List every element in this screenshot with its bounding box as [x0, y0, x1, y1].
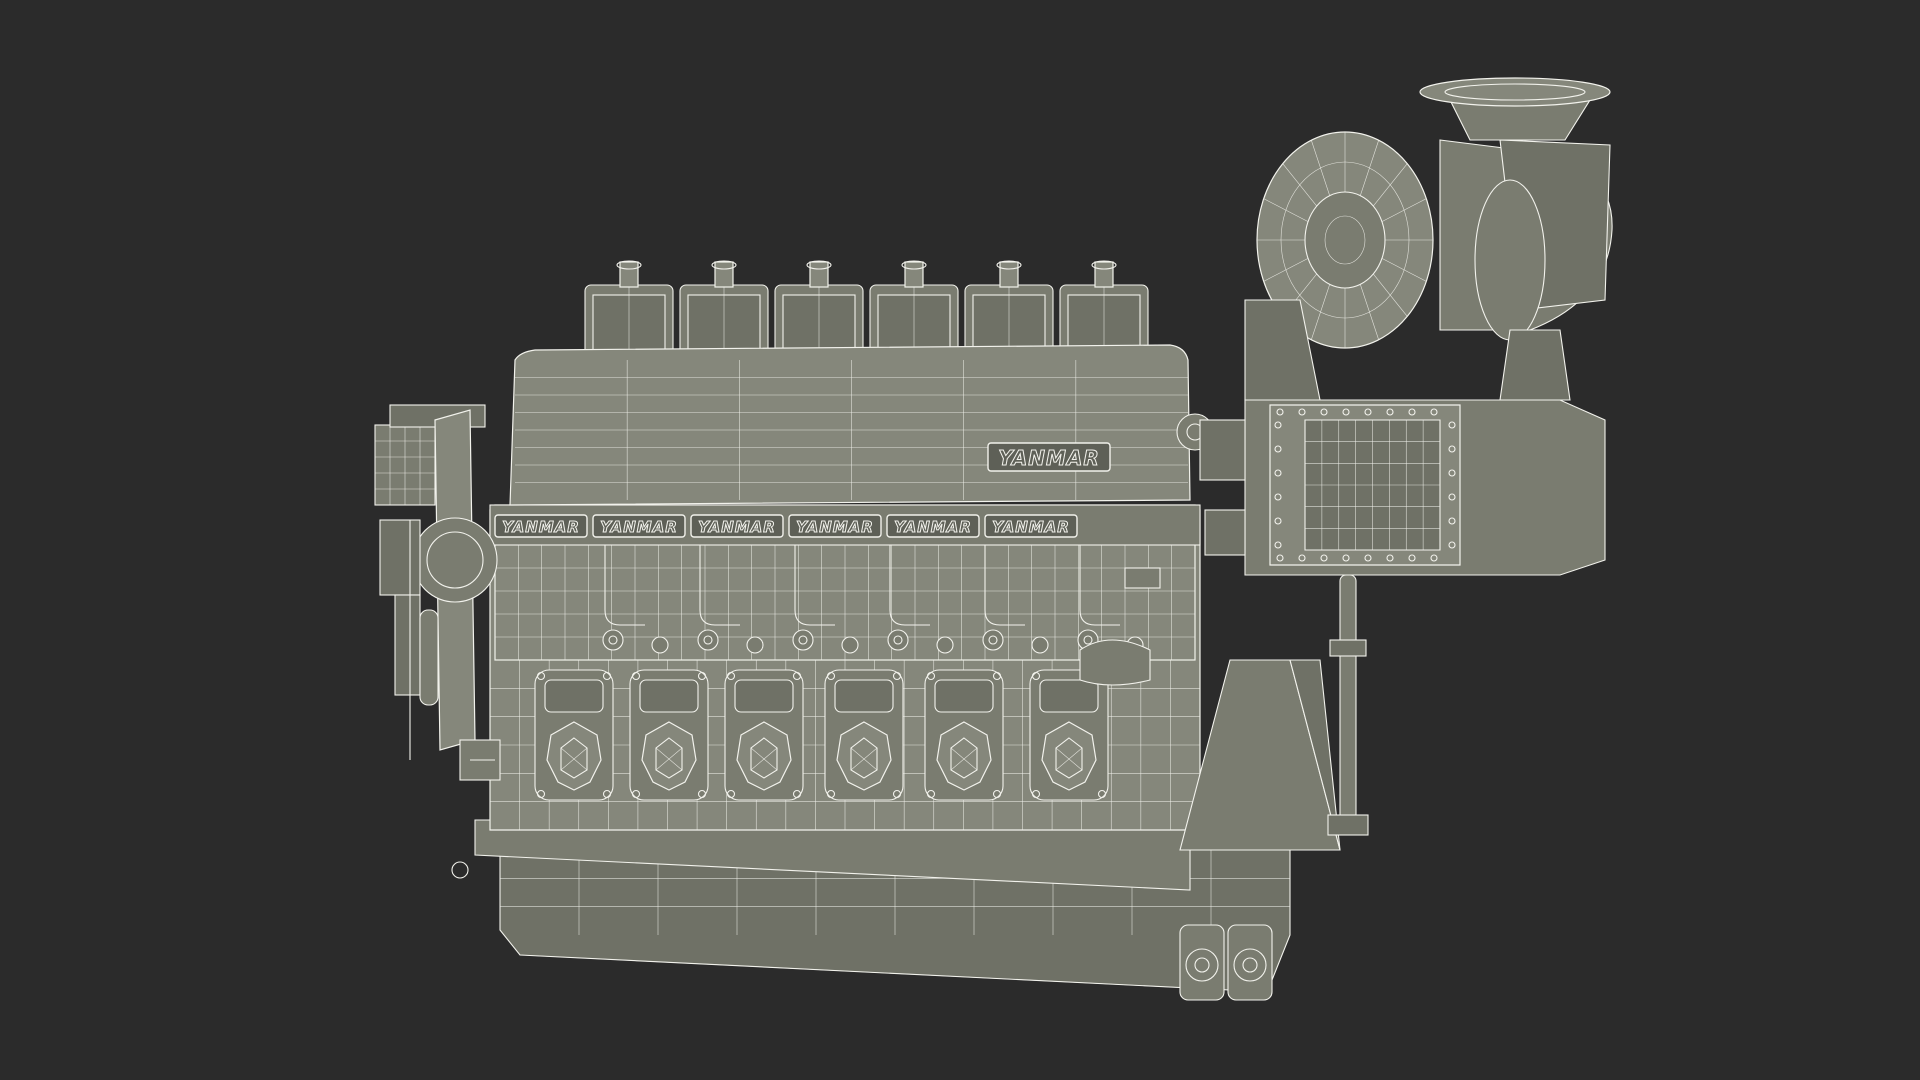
inspection-door — [724, 669, 804, 801]
inspection-door — [924, 669, 1004, 801]
rocker-covers — [584, 260, 1149, 361]
inspection-door — [534, 669, 614, 801]
exhaust-outlet — [1419, 77, 1611, 141]
cylinder-head-strip: YANMAR YANMAR YANMAR YANMAR YANMAR YANMAR — [489, 504, 1201, 546]
rocker-cover — [584, 260, 674, 361]
cylinder-logo: YANMAR — [984, 514, 1078, 538]
rocker-cover — [869, 260, 959, 361]
main-logo: YANMAR — [998, 446, 1100, 470]
svg-text:YANMAR: YANMAR — [992, 518, 1070, 536]
compressor-housing — [1256, 131, 1613, 349]
rocker-cover — [774, 260, 864, 361]
svg-text:YANMAR: YANMAR — [796, 518, 874, 536]
front-accessory-panel — [374, 404, 501, 879]
charge-air-manifold: YANMAR — [509, 344, 1191, 506]
render-viewport: YANMAR YANMAR YANMAR YANMAR YANMAR YANMAR YAN… — [0, 0, 1920, 1080]
inspection-door — [629, 669, 709, 801]
rocker-cover — [679, 260, 769, 361]
svg-text:YANMAR: YANMAR — [698, 518, 776, 536]
inspection-door — [824, 669, 904, 801]
inspection-door — [1029, 669, 1109, 801]
svg-text:YANMAR: YANMAR — [600, 518, 678, 536]
svg-text:YANMAR: YANMAR — [894, 518, 972, 536]
cylinder-logo: YANMAR — [788, 514, 882, 538]
drain-flange-right — [1227, 924, 1273, 1001]
cylinder-logo: YANMAR — [494, 514, 588, 538]
mounting-bracket — [1179, 659, 1341, 851]
marine-engine-wireframe-model: YANMAR YANMAR YANMAR YANMAR YANMAR YANMAR YAN… — [374, 77, 1613, 1001]
cylinder-logo: YANMAR — [690, 514, 784, 538]
svg-text:YANMAR: YANMAR — [502, 518, 580, 536]
drain-flange-left — [1179, 924, 1225, 1001]
cylinder-logo: YANMAR — [886, 514, 980, 538]
intercooler — [1244, 399, 1606, 576]
cylinder-logo: YANMAR — [592, 514, 686, 538]
rocker-cover — [964, 260, 1054, 361]
